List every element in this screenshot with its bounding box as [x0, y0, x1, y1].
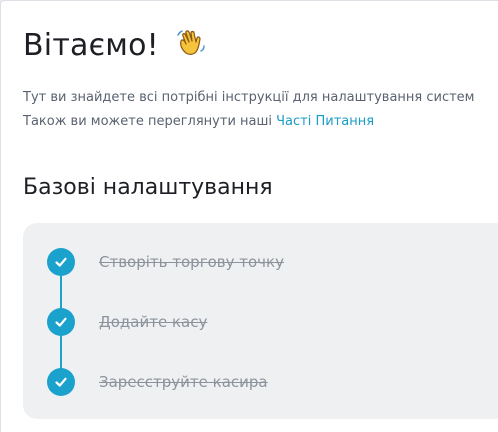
waving-hand-icon — [176, 30, 205, 55]
check-icon — [47, 368, 75, 396]
step-add-cash-register[interactable]: Додайте касу — [47, 308, 207, 336]
page-title: Вітаємо! — [23, 27, 207, 63]
step-create-outlet[interactable]: Створіть торгову точку — [47, 248, 284, 276]
intro-line-1: Тут ви знайдете всі потрібні інструкції … — [23, 90, 475, 105]
intro-line-2-prefix: Також ви можете переглянути наші — [23, 114, 272, 129]
check-icon — [47, 248, 75, 276]
faq-link[interactable]: Часті Питання — [276, 114, 374, 129]
intro-line-2: Також ви можете переглянути наші Часті П… — [23, 110, 475, 134]
welcome-heading: Вітаємо! — [23, 28, 159, 63]
step-label: Додайте касу — [99, 313, 208, 331]
step-label: Створіть торгову точку — [99, 253, 284, 271]
step-register-cashier[interactable]: Зареєструйте касира — [47, 368, 268, 396]
basic-setup-title: Базові налаштування — [23, 175, 273, 200]
step-label: Зареєструйте касира — [99, 373, 268, 391]
welcome-card: Вітаємо! Тут ви знайдете всі потрібні ін… — [0, 0, 498, 432]
check-icon — [47, 308, 75, 336]
intro-text: Тут ви знайдете всі потрібні інструкції … — [23, 86, 475, 134]
